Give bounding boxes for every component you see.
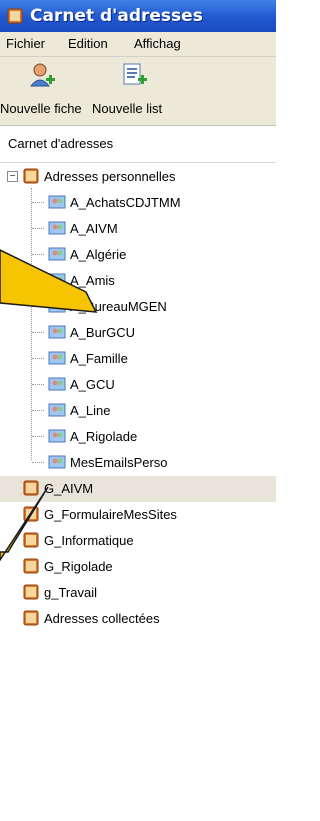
menu-edition[interactable]: Edition (68, 36, 108, 51)
address-book-icon (23, 584, 39, 600)
address-book-icon (23, 168, 39, 184)
menu-bar: Fichier Edition Affichag (0, 32, 276, 57)
list-item[interactable]: A_AchatsCDJTMM (0, 190, 276, 216)
pane-header: Carnet d'adresses (0, 126, 276, 163)
list-label: A_GCU (70, 377, 115, 392)
mailing-list-icon (48, 403, 66, 417)
list-label: A_Line (70, 403, 111, 418)
list-item[interactable]: A_Algérie (0, 242, 276, 268)
list-item[interactable]: A_BurGCU (0, 320, 276, 346)
list-item[interactable]: A_BureauMGEN (0, 294, 276, 320)
window-title: Carnet d'adresses (30, 6, 203, 26)
menu-fichier[interactable]: Fichier (6, 36, 45, 51)
mailing-list-icon (48, 325, 66, 339)
pane-title: Carnet d'adresses (8, 136, 114, 151)
list-label: A_Amis (70, 273, 115, 288)
list-label: A_Algérie (70, 247, 127, 262)
menu-affichage[interactable]: Affichag (134, 36, 181, 51)
collapse-icon[interactable]: − (7, 171, 18, 182)
list-label: A_BureauMGEN (70, 299, 167, 314)
mailing-list-icon (48, 377, 66, 391)
tree-root-adresses-personnelles[interactable]: − Adresses personnelles (0, 164, 276, 190)
title-bar: Carnet d'adresses (0, 0, 276, 32)
mailing-list-icon (48, 273, 66, 287)
address-book-tree: − Adresses personnelles A_AchatsCDJTMM A… (0, 164, 276, 821)
list-item[interactable]: A_GCU (0, 372, 276, 398)
list-item[interactable]: A_Rigolade (0, 424, 276, 450)
address-book-icon (23, 480, 39, 496)
list-item[interactable]: A_Famille (0, 346, 276, 372)
address-book-icon (23, 506, 39, 522)
tree-book-g-aivm[interactable]: G_AIVM (0, 476, 276, 502)
book-label: G_Informatique (44, 533, 134, 548)
book-label: g_Travail (44, 585, 97, 600)
mailing-list-icon (48, 455, 66, 469)
address-book-icon (23, 558, 39, 574)
new-card-button[interactable]: Nouvelle fiche (0, 61, 82, 121)
tree-book[interactable]: G_Rigolade (0, 554, 276, 580)
list-label: A_Famille (70, 351, 128, 366)
toolbar: Nouvelle fiche Nouvelle list (0, 57, 276, 126)
new-contact-icon (29, 63, 55, 87)
new-card-label: Nouvelle fiche (0, 101, 82, 116)
mailing-list-icon (48, 299, 66, 313)
list-label: A_Rigolade (70, 429, 138, 444)
mailing-list-icon (48, 429, 66, 443)
book-label: G_Rigolade (44, 559, 113, 574)
new-list-button[interactable]: Nouvelle list (92, 61, 276, 121)
list-item[interactable]: A_Line (0, 398, 276, 424)
book-label: Adresses collectées (44, 611, 160, 626)
mailing-list-icon (48, 195, 66, 209)
mailing-list-icon (48, 351, 66, 365)
list-label: A_AchatsCDJTMM (70, 195, 181, 210)
address-book-icon (7, 8, 23, 24)
tree-label: Adresses personnelles (44, 169, 176, 184)
list-item[interactable]: A_AIVM (0, 216, 276, 242)
mailing-list-icon (48, 221, 66, 235)
new-list-label: Nouvelle list (92, 101, 163, 116)
list-item[interactable]: MesEmailsPerso (0, 450, 276, 476)
tree-book[interactable]: Adresses collectées (0, 606, 276, 632)
list-label: A_AIVM (70, 221, 118, 236)
tree-book[interactable]: G_FormulaireMesSites (0, 502, 276, 528)
book-label: G_AIVM (44, 481, 94, 496)
list-label: A_BurGCU (70, 325, 136, 340)
mailing-list-icon (48, 247, 66, 261)
list-label: MesEmailsPerso (70, 455, 168, 470)
address-book-icon (23, 532, 39, 548)
tree-book[interactable]: g_Travail (0, 580, 276, 606)
book-label: G_FormulaireMesSites (44, 507, 177, 522)
tree-book[interactable]: G_Informatique (0, 528, 276, 554)
new-list-icon (123, 63, 147, 85)
address-book-icon (23, 610, 39, 626)
list-item[interactable]: A_Amis (0, 268, 276, 294)
